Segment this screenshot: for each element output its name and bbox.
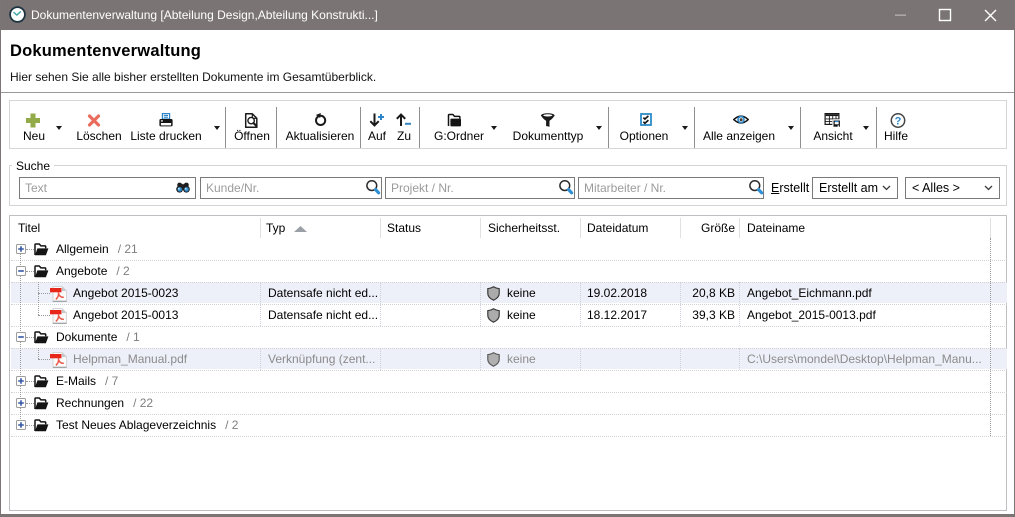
svg-text:?: ? xyxy=(894,115,901,127)
